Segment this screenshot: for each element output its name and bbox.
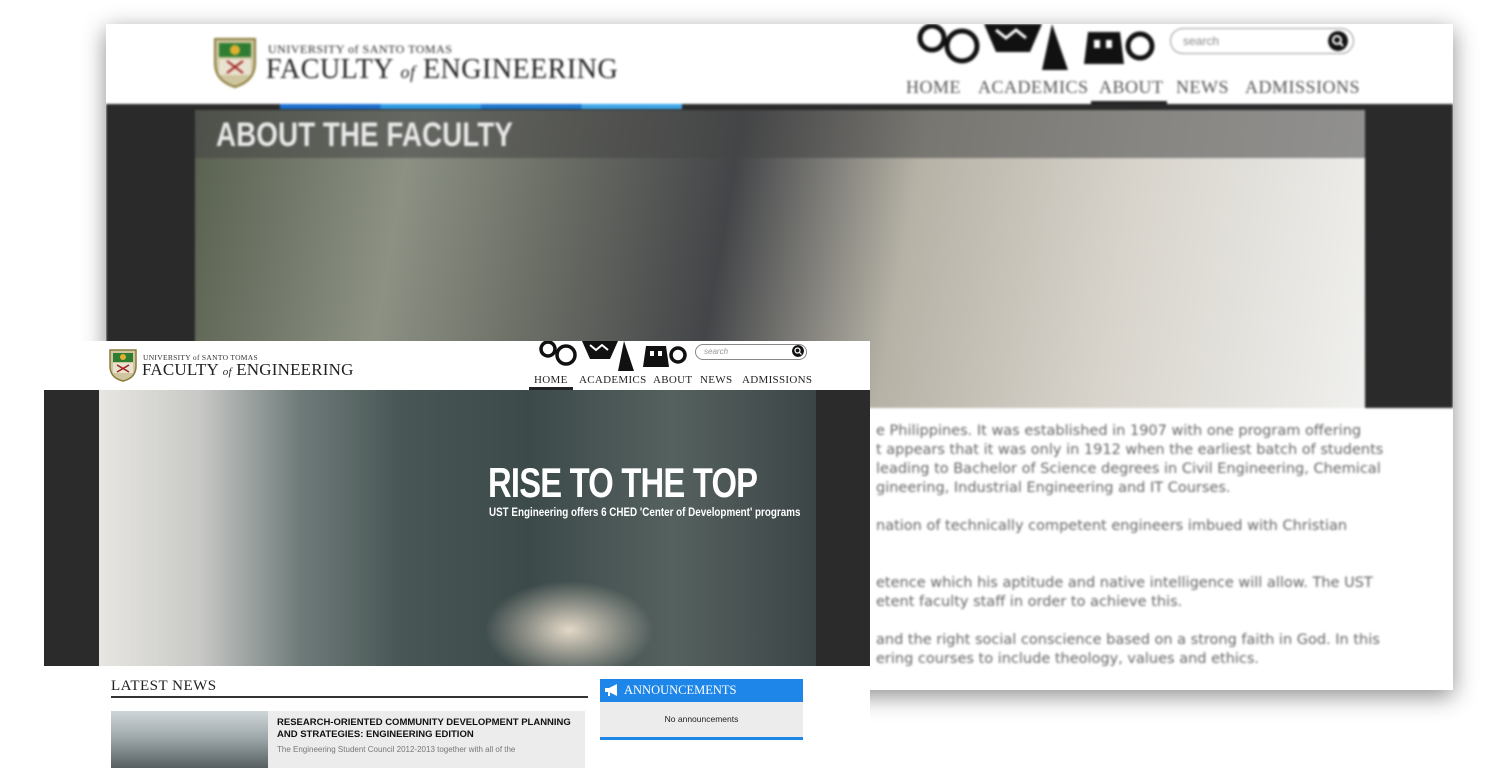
faculty-name-part: ENGINEERING [415,54,619,85]
search-input[interactable]: search [695,344,807,360]
news-title-link[interactable]: RESEARCH-ORIENTED COMMUNITY DEVELOPMENT … [277,717,577,741]
search-placeholder: search [1183,34,1220,48]
nav-academics[interactable]: ACADEMICS [978,77,1089,98]
news-item[interactable]: RESEARCH-ORIENTED COMMUNITY DEVELOPMENT … [111,711,585,768]
body-line: e Philippines. It was established in 190… [876,423,1362,439]
nav-home[interactable]: HOME [906,77,961,98]
nav-about[interactable]: ABOUT [653,374,692,386]
news-excerpt: The Engineering Student Council 2012-201… [277,745,516,754]
university-seal-icon [214,38,256,89]
nav-news[interactable]: NEWS [700,374,732,386]
accent-color-strip [280,104,682,109]
body-line [876,498,1383,517]
body-line [876,555,1383,574]
faculty-name-part: of [400,62,416,82]
page-title: ABOUT THE FACULTY [216,116,513,154]
faculty-name-part: FACULTY [266,54,401,85]
body-line: t appears that it was only in 1912 when … [876,442,1384,458]
body-line [876,612,1383,631]
body-line: gineering, Industrial Engineering and IT… [876,480,1231,496]
gears-banner-icon [917,24,1155,70]
search-icon[interactable] [792,345,804,357]
body-line: etent faculty staff in order to achieve … [876,594,1183,610]
back-faculty-name[interactable]: FACULTY of ENGINEERING [266,54,618,86]
announcements-empty-text: No announcements [664,714,739,724]
nav-home[interactable]: HOME [534,374,568,386]
nav-admissions[interactable]: ADMISSIONS [742,374,812,386]
body-line: ering courses to include theology, value… [876,651,1260,667]
body-line: etence which his aptitude and native int… [876,575,1373,591]
nav-about[interactable]: ABOUT [1099,77,1164,98]
body-line: nation of technically competent engineer… [876,518,1348,534]
body-line [876,536,1383,555]
hero-subheadline: UST Engineering offers 6 CHED 'Center of… [489,505,801,519]
nav-news[interactable]: NEWS [1176,77,1229,98]
faculty-name-part: ENGINEERING [231,360,354,379]
home-page-screenshot: UNIVERSITY of SANTO TOMAS FACULTY of ENG… [44,341,870,768]
body-line: and the right social conscience based on… [876,632,1380,648]
hero-headline: RISE TO THE TOP [488,459,758,506]
faculty-name-part: FACULTY [142,360,223,379]
announcements-heading: ANNOUNCEMENTS [624,683,737,697]
news-thumbnail[interactable] [111,711,268,768]
body-line: leading to Bachelor of Science degrees i… [876,461,1381,477]
back-search-input[interactable]: search [1170,28,1354,54]
faculty-name[interactable]: FACULTY of ENGINEERING [142,360,354,380]
university-seal-icon[interactable] [107,347,139,383]
search-placeholder: search [704,347,729,356]
latest-news-heading: LATEST NEWS [111,678,217,694]
announcements-panel: No announcements [600,702,803,740]
announcements-header: ANNOUNCEMENTS [600,679,803,702]
about-body-text: e Philippines. It was established in 190… [876,422,1383,669]
section-divider [111,696,588,698]
nav-academics[interactable]: ACADEMICS [579,374,647,386]
hero-slide-image[interactable] [99,390,816,666]
gears-banner-icon [539,341,687,371]
search-icon[interactable] [1328,31,1348,51]
faculty-name-part: of [222,366,232,378]
megaphone-icon [605,684,617,696]
nav-admissions[interactable]: ADMISSIONS [1245,77,1360,98]
